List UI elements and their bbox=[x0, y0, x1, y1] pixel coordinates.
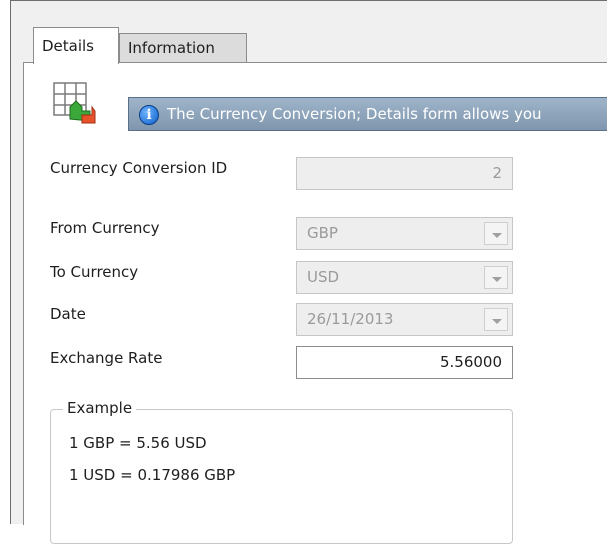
to-currency-select[interactable]: USD bbox=[296, 261, 513, 294]
to-currency-value: USD bbox=[307, 268, 340, 286]
date-picker[interactable]: 26/11/2013 bbox=[296, 303, 513, 336]
to-currency-label: To Currency bbox=[50, 263, 139, 281]
info-icon: i bbox=[139, 105, 159, 125]
exchange-rate-label: Exchange Rate bbox=[50, 349, 163, 367]
tab-information[interactable]: Information bbox=[119, 33, 247, 63]
example-group-title: Example bbox=[63, 399, 137, 417]
window: Details Information i The Currency Conve… bbox=[10, 0, 607, 544]
tab-details[interactable]: Details bbox=[33, 27, 119, 64]
chevron-down-icon[interactable] bbox=[484, 222, 508, 245]
date-value: 26/11/2013 bbox=[307, 310, 394, 328]
from-currency-label: From Currency bbox=[50, 219, 160, 237]
example-line-2: 1 USD = 0.17986 GBP bbox=[69, 466, 236, 484]
from-currency-select[interactable]: GBP bbox=[296, 217, 513, 250]
currency-conversion-form-icon bbox=[53, 82, 96, 124]
currency-conversion-id-label: Currency Conversion ID bbox=[50, 159, 228, 177]
details-panel: i The Currency Conversion; Details form … bbox=[23, 62, 607, 544]
tab-strip: Details Information bbox=[21, 27, 607, 64]
chevron-down-icon[interactable] bbox=[484, 308, 508, 331]
currency-conversion-id-field: 2 bbox=[296, 157, 513, 190]
info-banner: i The Currency Conversion; Details form … bbox=[128, 97, 607, 131]
exchange-rate-input[interactable]: 5.56000 bbox=[296, 346, 513, 379]
info-banner-text: The Currency Conversion; Details form al… bbox=[167, 105, 542, 123]
date-label: Date bbox=[50, 305, 86, 323]
chevron-down-icon[interactable] bbox=[484, 266, 508, 289]
example-line-1: 1 GBP = 5.56 USD bbox=[69, 434, 207, 452]
from-currency-value: GBP bbox=[307, 224, 338, 242]
